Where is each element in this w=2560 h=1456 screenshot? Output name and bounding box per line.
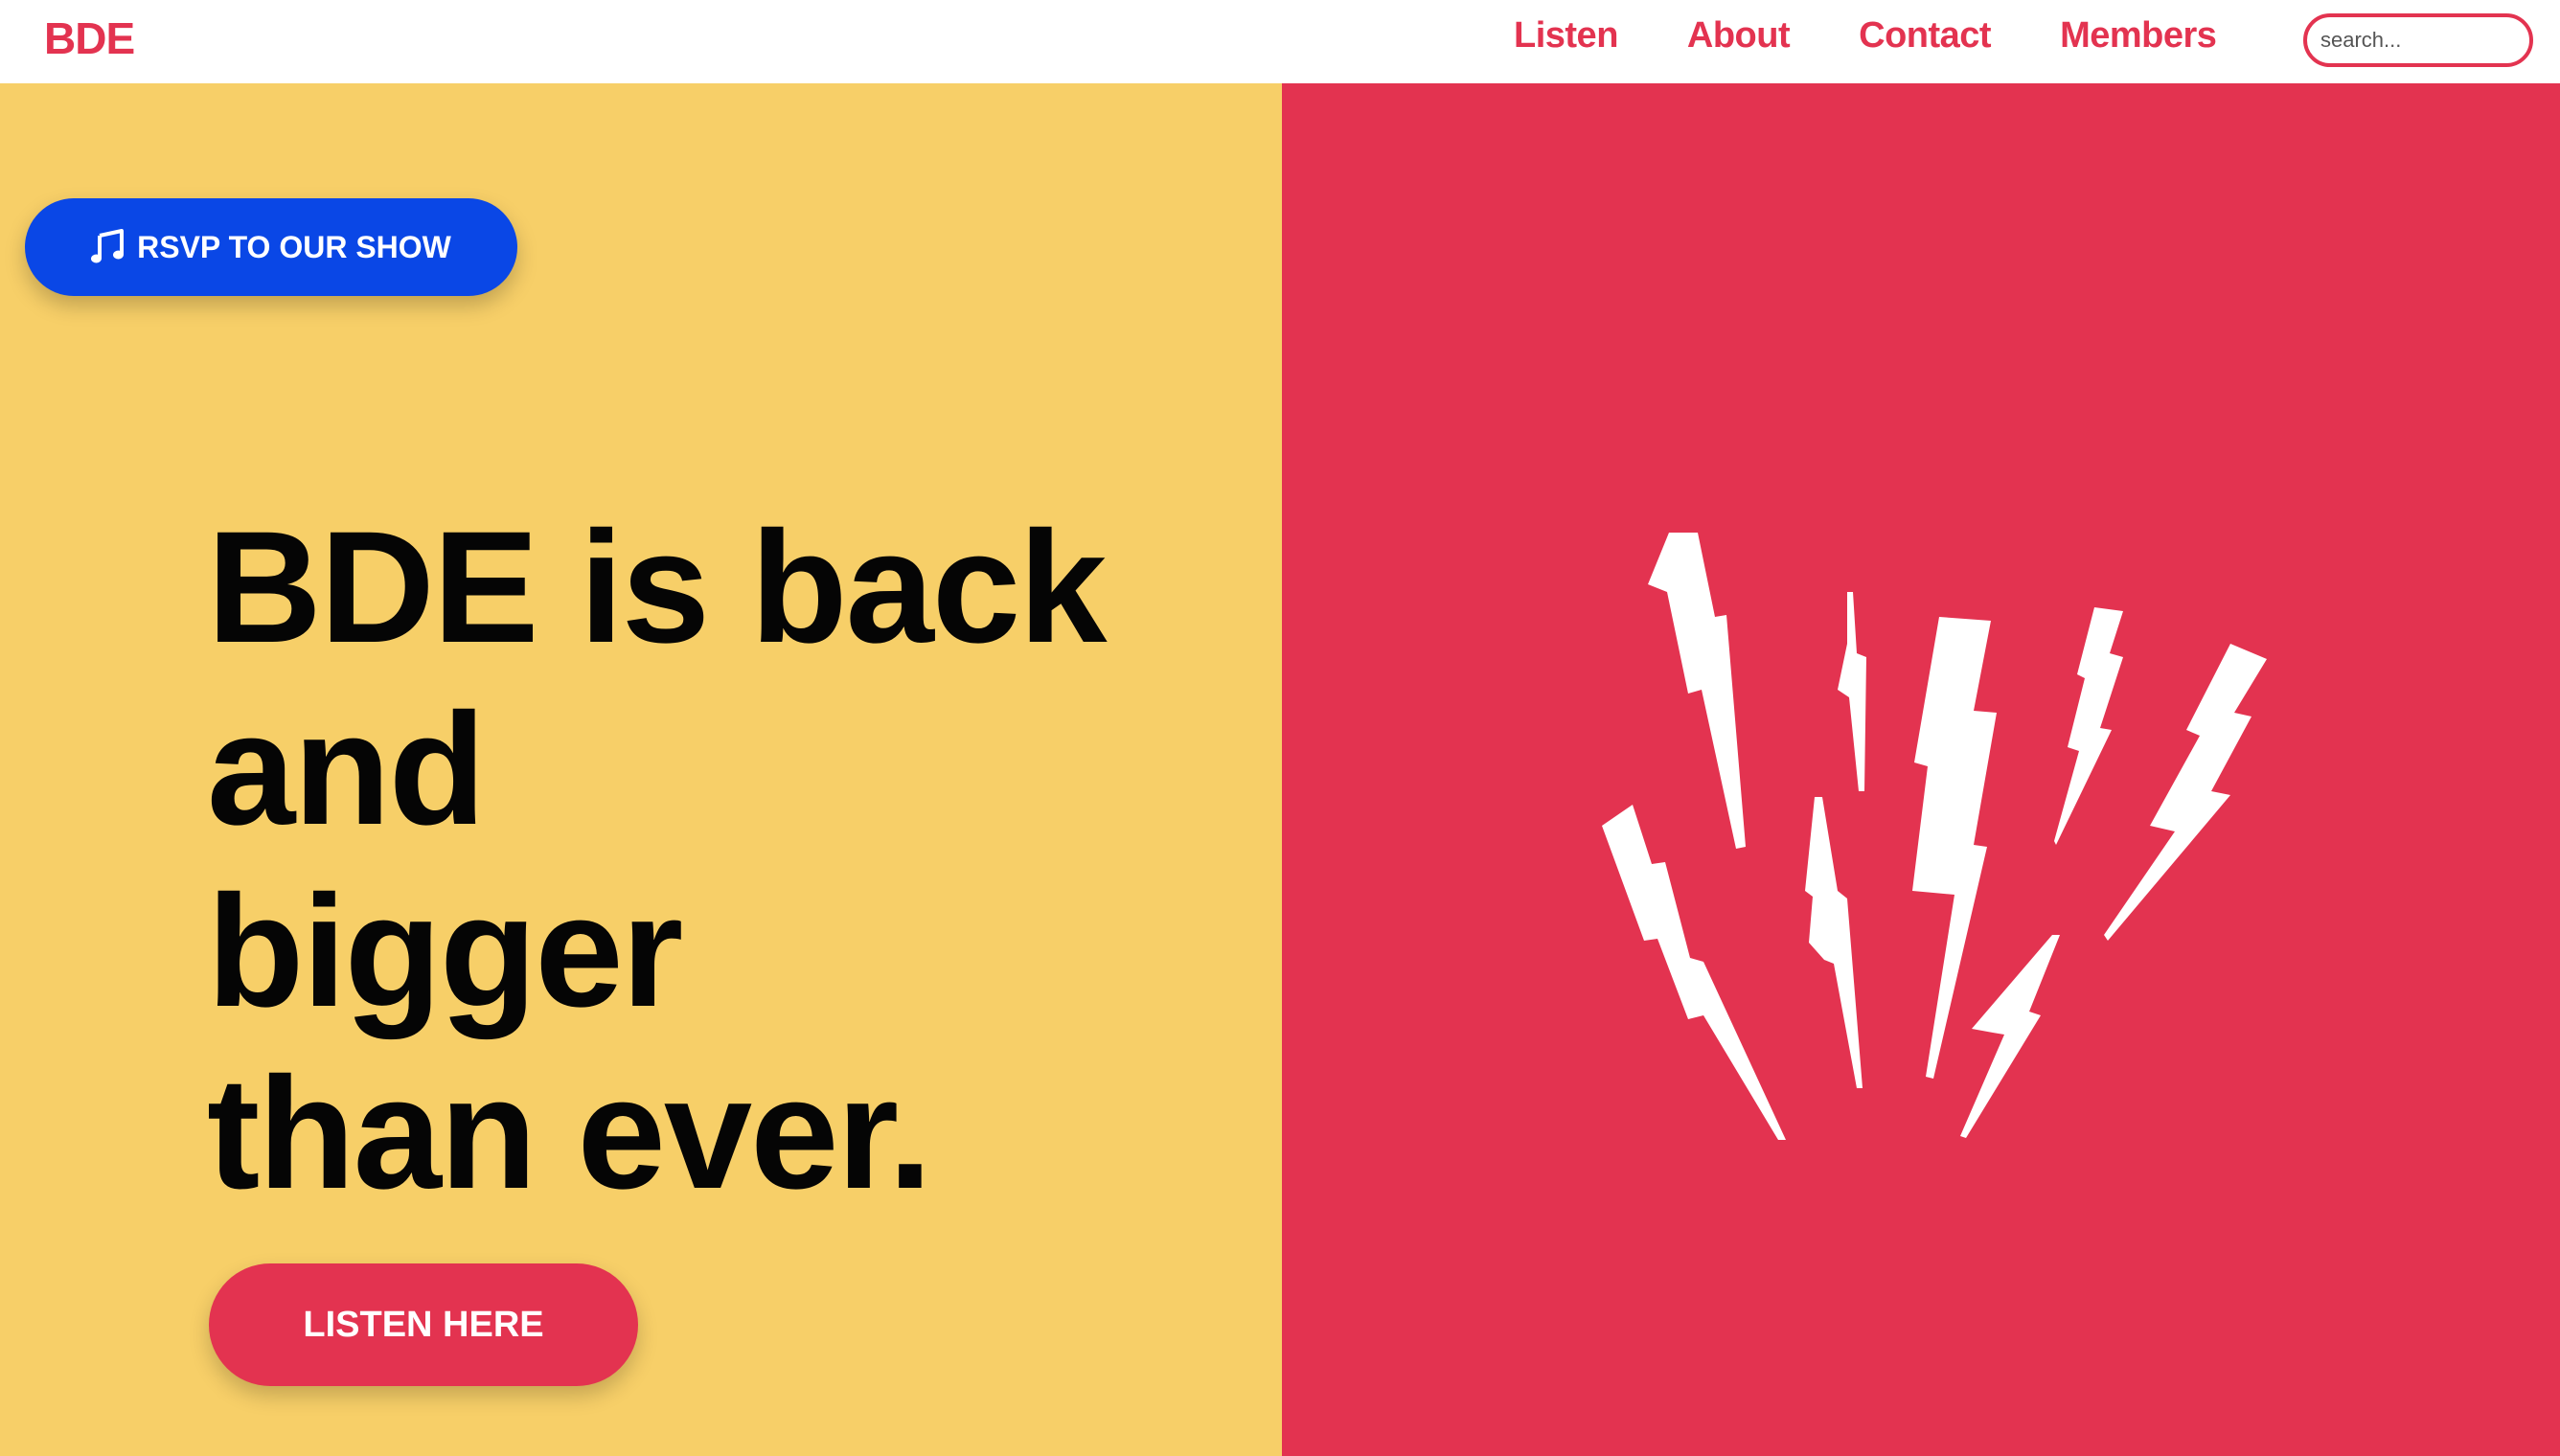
music-note-icon <box>91 229 125 265</box>
hero-title-line: and <box>207 681 486 858</box>
navbar: BDE Listen About Contact Members <box>0 0 2560 83</box>
lightning-bolt-icon <box>1838 592 1866 791</box>
nav-links: Listen About Contact Members <box>1514 11 2217 59</box>
lightning-bolt-icon <box>1912 617 1997 1079</box>
hero-title-line: BDE is back <box>207 499 1108 676</box>
logo[interactable]: BDE <box>44 11 135 65</box>
lightning-bolt-icon <box>2054 607 2123 845</box>
nav-link-members[interactable]: Members <box>2060 15 2217 57</box>
hero-title: BDE is back and bigger than ever. <box>207 497 1108 1225</box>
rsvp-button-label: RSVP TO OUR SHOW <box>137 229 451 264</box>
rsvp-button[interactable]: RSVP TO OUR SHOW <box>25 198 517 296</box>
listen-here-button[interactable]: LISTEN HERE <box>209 1263 638 1386</box>
hero-title-line: than ever. <box>207 1045 932 1222</box>
lightning-bolt-icon <box>1960 935 2060 1138</box>
lightning-bolts-icon <box>1602 533 2267 1140</box>
lightning-bolt-icon <box>2104 644 2267 941</box>
lightning-bolt-icon <box>1648 533 1746 849</box>
nav-link-listen[interactable]: Listen <box>1514 15 1618 57</box>
hero-left-panel: RSVP TO OUR SHOW BDE is back and bigger … <box>0 83 1282 1456</box>
lightning-bolt-icon <box>1602 805 1786 1140</box>
nav-link-contact[interactable]: Contact <box>1859 15 1991 57</box>
nav-link-about[interactable]: About <box>1687 15 1791 57</box>
hero-title-line: bigger <box>207 863 683 1040</box>
search-input[interactable] <box>2303 13 2533 67</box>
listen-here-label: LISTEN HERE <box>303 1304 544 1345</box>
lightning-bolt-icon <box>1805 797 1863 1088</box>
